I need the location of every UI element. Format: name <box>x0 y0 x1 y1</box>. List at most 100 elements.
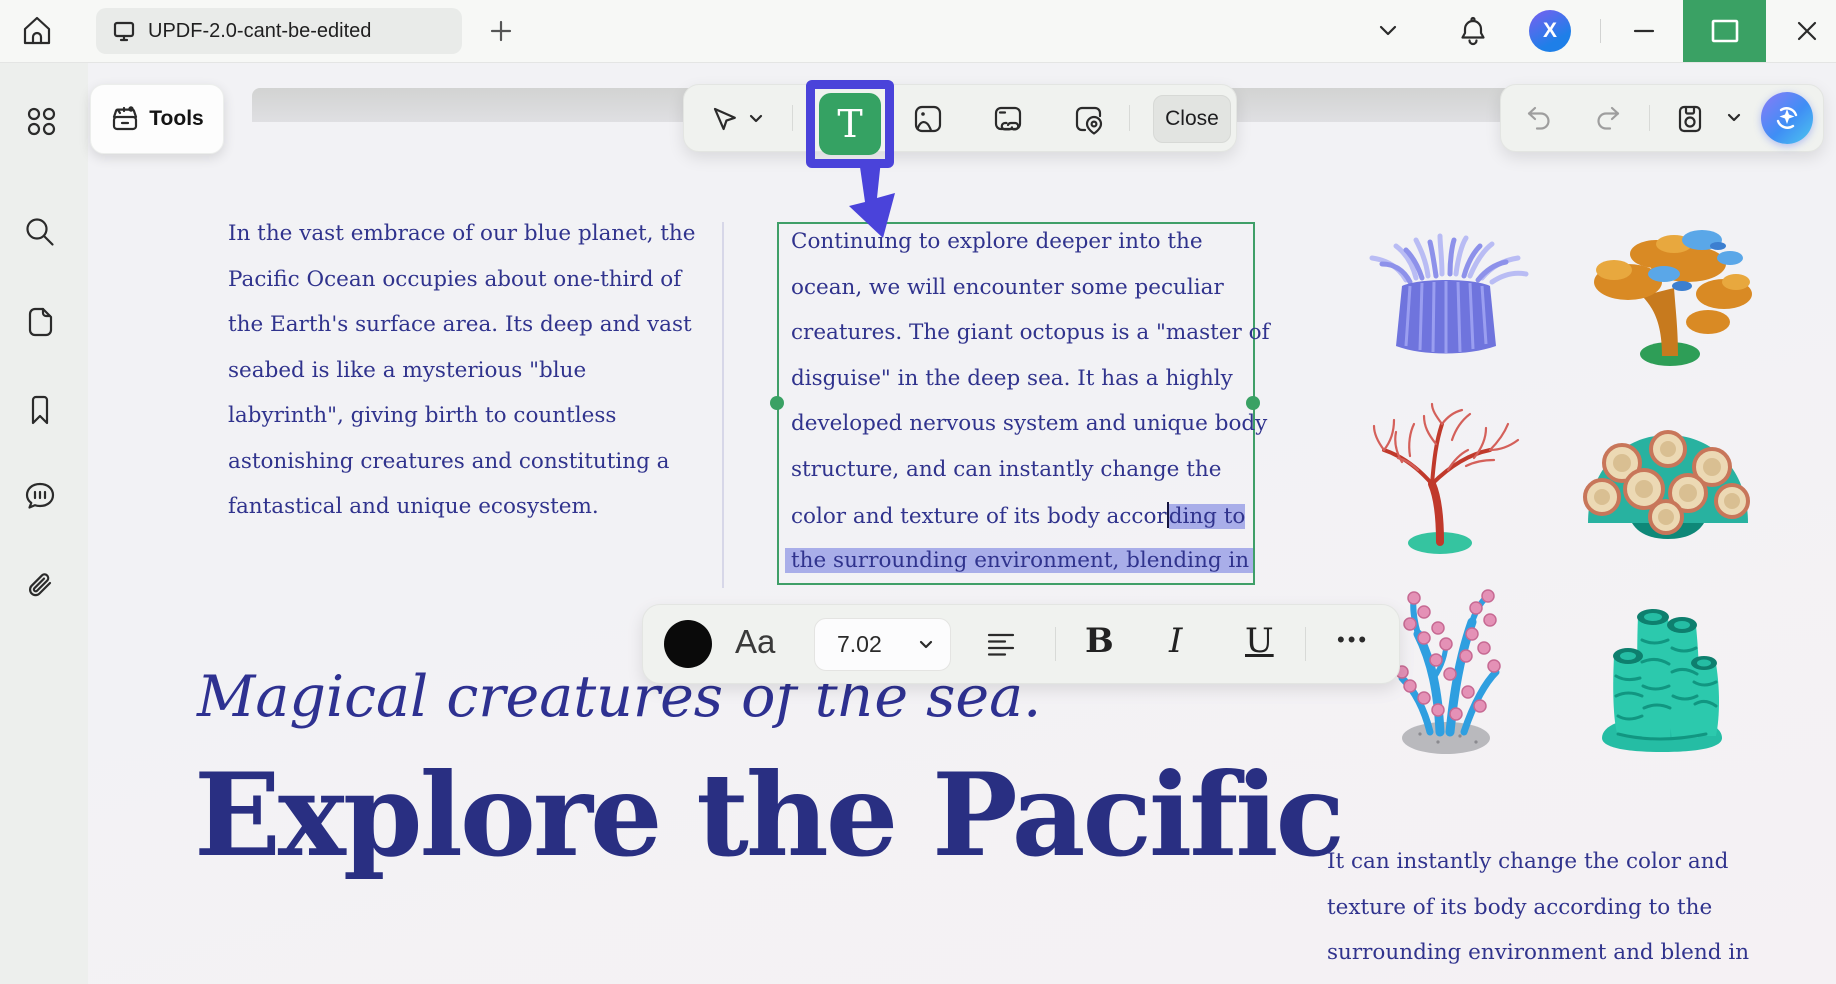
edit-toolbar: T Close <box>683 84 1237 152</box>
page-pin-tool-icon <box>1071 102 1105 136</box>
maximize-button[interactable] <box>1683 0 1766 62</box>
sidebar-item-comments[interactable] <box>21 478 59 516</box>
avatar-initial: X <box>1543 19 1557 43</box>
textbox-line[interactable]: creatures. The giant octopus is a "maste… <box>791 320 1253 366</box>
document-tab[interactable]: UPDF-2.0-cant-be-edited <box>96 8 462 54</box>
save-button[interactable] <box>1671 100 1709 136</box>
bookmark-icon <box>22 392 58 428</box>
textbox-line[interactable]: structure, and can instantly change the <box>791 457 1253 503</box>
close-icon <box>1794 18 1820 44</box>
blue-coral-pink-polyps-image[interactable] <box>1380 582 1518 757</box>
selected-textbox[interactable]: Continuing to explore deeper into the oc… <box>777 222 1255 585</box>
tools-button[interactable]: Tools <box>90 84 224 154</box>
sidebar-item-pages[interactable] <box>21 303 59 341</box>
close-label: Close <box>1165 107 1219 131</box>
chevron-down-icon <box>1378 24 1398 38</box>
new-tab-button[interactable] <box>484 14 518 48</box>
toolbar-divider <box>1305 627 1306 661</box>
comment-icon <box>22 479 58 515</box>
select-tool-dropdown[interactable] <box>744 107 768 131</box>
font-size-combo[interactable]: 7.02 <box>814 618 951 671</box>
textbox-left-handle[interactable] <box>770 396 784 410</box>
font-family-button[interactable]: Aa <box>735 623 775 661</box>
textbox-line-partially-selected[interactable]: color and texture of its body according … <box>791 502 1253 548</box>
main-heading[interactable]: Explore the Pacific <box>194 748 1342 882</box>
sidebar-item-attachments[interactable] <box>21 566 59 604</box>
close-edit-mode-button[interactable]: Close <box>1153 95 1231 143</box>
paragraph-line[interactable]: astonishing creatures and constituting a <box>228 449 696 495</box>
textbox-line[interactable]: disguise" in the deep sea. It has a high… <box>791 366 1253 412</box>
tab-list-button[interactable] <box>1372 16 1404 46</box>
cup-coral-dome-image[interactable] <box>1572 405 1764 547</box>
teal-tube-sponge-image[interactable] <box>1588 596 1736 754</box>
sidebar-item-thumbnails[interactable] <box>21 101 59 139</box>
link-tool-icon <box>991 102 1025 136</box>
underline-button[interactable]: U <box>1245 621 1274 661</box>
titlebar-separator <box>1600 19 1601 43</box>
align-button[interactable] <box>981 625 1021 663</box>
paragraph-line[interactable]: the Earth's surface area. Its deep and v… <box>228 312 696 358</box>
updf-window: In the vast embrace of our blue planet, … <box>0 0 1836 984</box>
paragraph-line[interactable]: seabed is like a mysterious "blue <box>228 358 696 404</box>
right-paragraph[interactable]: It can instantly change the color and te… <box>1327 849 1749 984</box>
history-save-toolbar <box>1500 84 1824 152</box>
more-options-button[interactable]: ••• <box>1337 627 1369 653</box>
pointer-annotation-arrow <box>845 158 909 240</box>
paragraph-line[interactable]: It can instantly change the color and <box>1327 849 1749 895</box>
paragraph-line[interactable]: surrounding environment and blend in <box>1327 940 1749 984</box>
search-icon <box>22 214 58 250</box>
notifications-button[interactable] <box>1455 13 1491 49</box>
image-tool-button[interactable] <box>910 101 946 137</box>
tab-title: UPDF-2.0-cant-be-edited <box>148 20 371 43</box>
paragraph-line[interactable]: labyrinth", giving birth to countless <box>228 403 696 449</box>
left-paragraph[interactable]: In the vast embrace of our blue planet, … <box>228 221 696 540</box>
sidebar-item-bookmarks[interactable] <box>21 391 59 429</box>
paragraph-line[interactable]: fantastical and unique ecosystem. <box>228 494 696 540</box>
text-color-swatch[interactable] <box>664 620 712 668</box>
paragraph-line[interactable]: In the vast embrace of our blue planet, … <box>228 221 696 267</box>
toolbox-icon <box>110 104 140 134</box>
ai-assistant-button[interactable] <box>1761 92 1813 144</box>
undo-icon <box>1524 104 1552 132</box>
column-divider <box>722 222 724 588</box>
toolbar-divider <box>1129 105 1130 131</box>
left-sidebar <box>0 62 88 984</box>
selected-text: ding to <box>1169 504 1246 529</box>
redo-icon <box>1595 104 1623 132</box>
textbox-line[interactable]: ocean, we will encounter some peculiar <box>791 275 1253 321</box>
grid-icon <box>22 102 58 138</box>
select-tool-button[interactable] <box>706 101 742 137</box>
chevron-down-icon <box>748 113 764 125</box>
orange-tree-coral-image[interactable] <box>1578 218 1758 368</box>
save-dropdown[interactable] <box>1723 107 1745 129</box>
italic-button[interactable]: I <box>1169 621 1182 661</box>
textbox-line-text: color and texture of its body accor <box>791 504 1167 529</box>
text-format-toolbar: Aa 7.02 B I U ••• <box>642 604 1400 684</box>
page-pin-tool-button[interactable] <box>1070 101 1106 137</box>
textbox-line-selected[interactable]: the surrounding environment, blending in <box>791 548 1253 594</box>
paragraph-line[interactable]: texture of its body according to the <box>1327 895 1749 941</box>
link-tool-button[interactable] <box>990 101 1026 137</box>
home-button[interactable] <box>12 7 62 55</box>
title-bar: UPDF-2.0-cant-be-edited X <box>0 0 1836 63</box>
purple-anemone-image[interactable] <box>1358 228 1533 356</box>
textbox-right-handle[interactable] <box>1246 396 1260 410</box>
close-window-button[interactable] <box>1789 14 1825 48</box>
sidebar-item-search[interactable] <box>21 213 59 251</box>
text-tool-button[interactable]: T <box>819 93 881 155</box>
maximize-icon <box>1710 18 1740 44</box>
textbox-line[interactable]: developed nervous system and unique body <box>791 411 1253 457</box>
account-avatar[interactable]: X <box>1529 10 1571 52</box>
bold-button[interactable]: B <box>1085 621 1114 661</box>
chevron-down-icon <box>918 639 934 651</box>
toolbar-divider <box>792 105 793 131</box>
image-tool-icon <box>911 102 945 136</box>
redo-button[interactable] <box>1591 102 1627 134</box>
paragraph-line[interactable]: Pacific Ocean occupies about one-third o… <box>228 267 696 313</box>
document-canvas: In the vast embrace of our blue planet, … <box>88 62 1836 984</box>
minimize-icon <box>1631 18 1657 44</box>
undo-button[interactable] <box>1520 102 1556 134</box>
red-fan-coral-image[interactable] <box>1362 400 1524 555</box>
page-icon <box>22 304 58 340</box>
minimize-button[interactable] <box>1626 16 1662 46</box>
